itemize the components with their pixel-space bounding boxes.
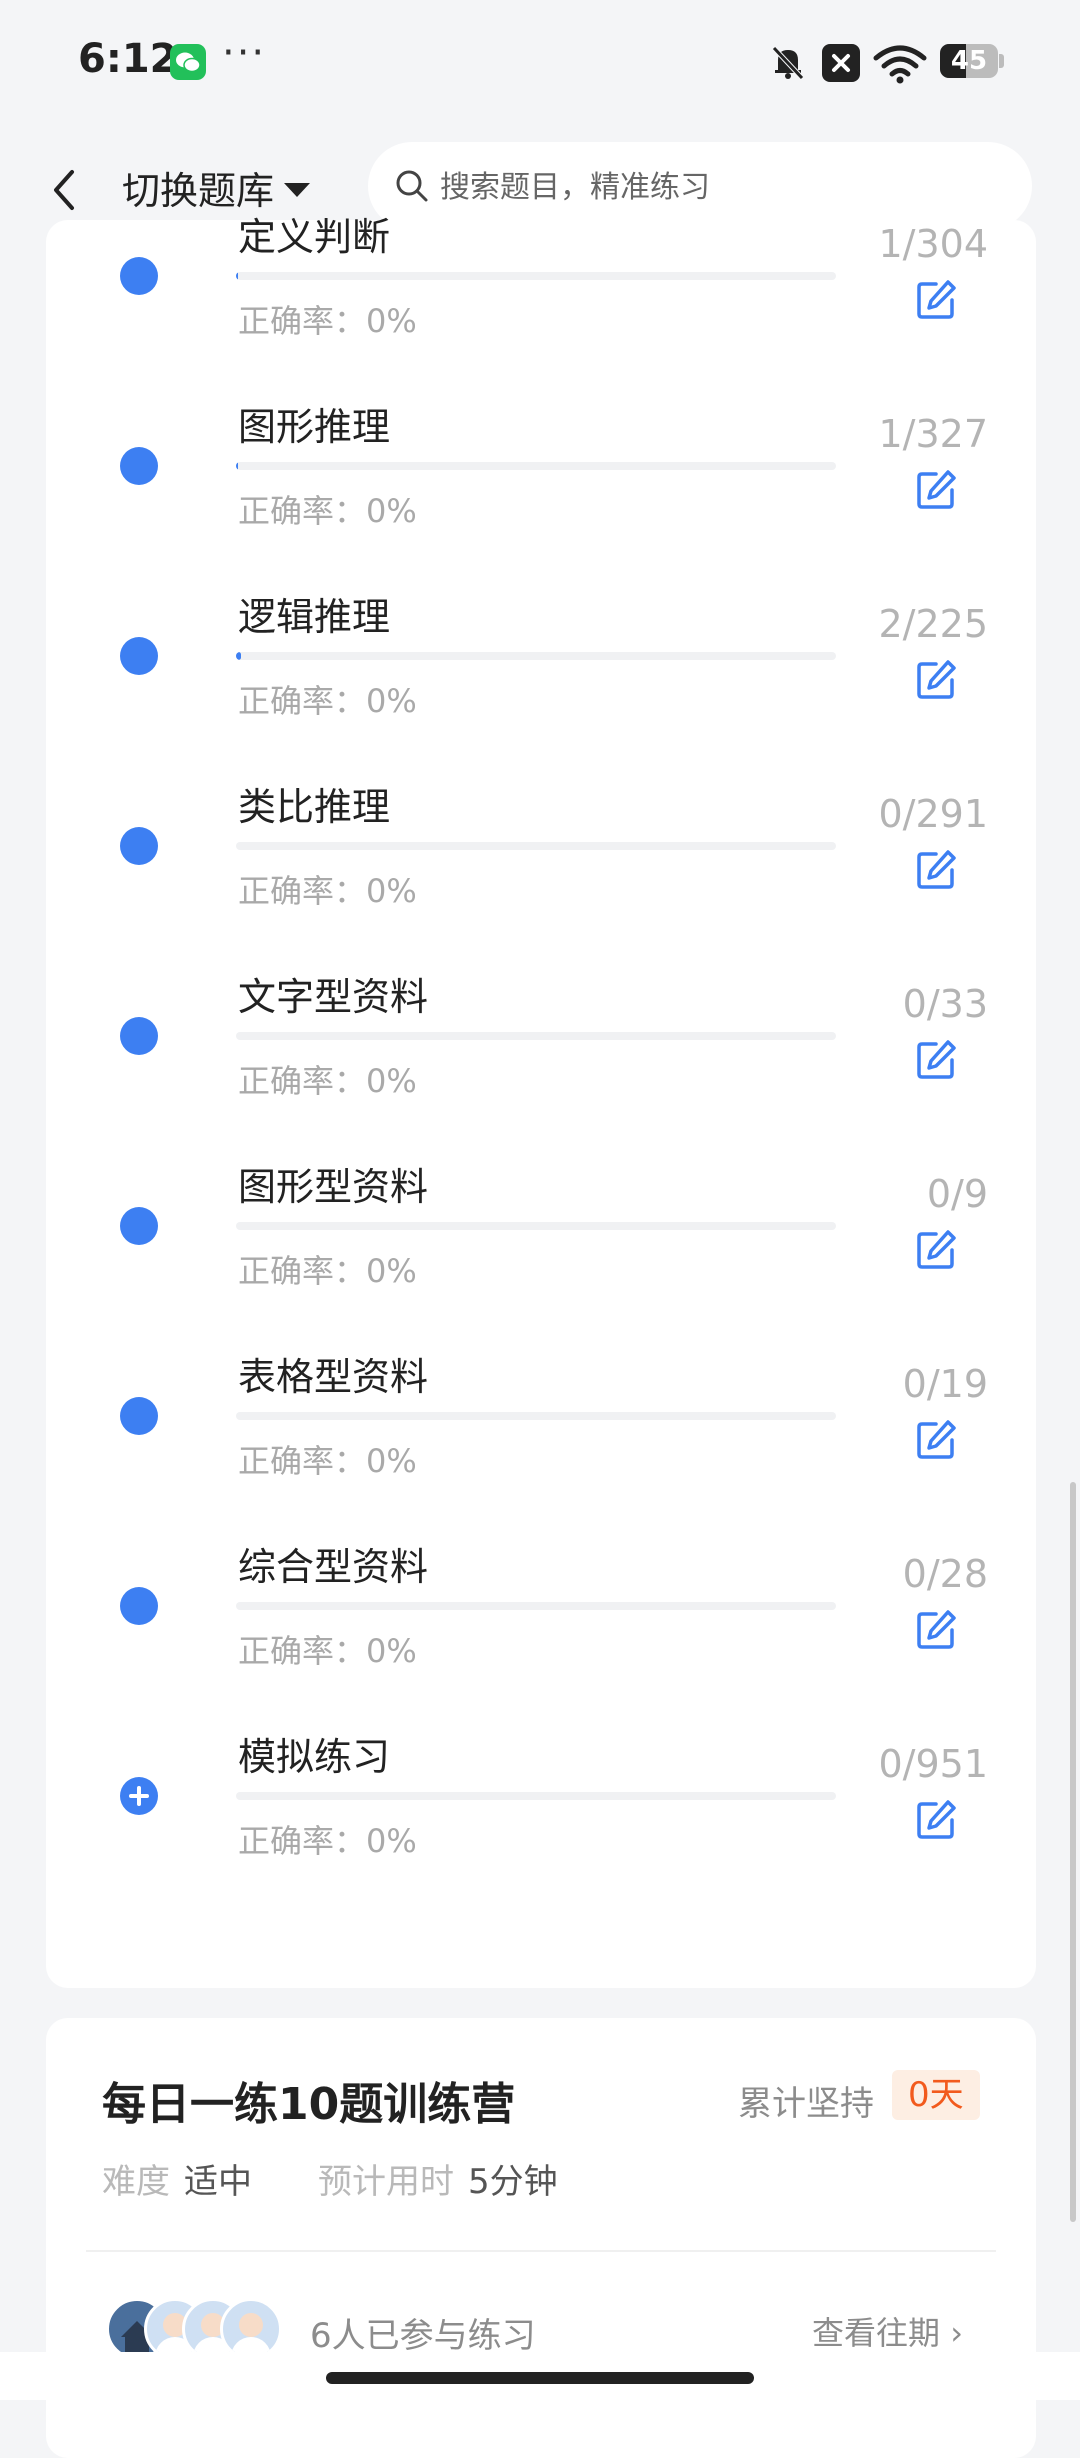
progress-bar <box>236 1792 836 1800</box>
edit-icon[interactable] <box>914 848 958 892</box>
battery-icon: 45 <box>940 44 998 78</box>
bullet-dot <box>120 447 158 485</box>
close-box-icon <box>822 44 860 82</box>
accuracy-text: 正确率：0% <box>238 1822 417 1860</box>
bullet-dot <box>120 1017 158 1055</box>
category-row[interactable]: 综合型资料正确率：0% 0/28 <box>46 1492 1036 1682</box>
accuracy-text: 正确率：0% <box>238 1442 417 1480</box>
bullet-dot <box>120 1207 158 1245</box>
status-time: 6:12 <box>78 36 178 82</box>
battery-cap <box>999 54 1004 68</box>
category-title: 模拟练习 <box>238 1735 391 1779</box>
status-bar: 6:12 ··· 45 <box>0 0 1080 130</box>
category-title: 逻辑推理 <box>238 595 391 639</box>
category-row[interactable]: 定义判断正确率：0% 1/304 <box>46 162 1036 352</box>
difficulty-label: 难度 <box>102 2162 170 2202</box>
progress-count: 0/9 <box>926 1172 988 1216</box>
category-title: 定义判断 <box>238 215 391 259</box>
edit-icon[interactable] <box>914 468 958 512</box>
category-title: 类比推理 <box>238 785 391 829</box>
progress-count: 1/304 <box>878 222 988 266</box>
persist-label: 累计坚持 <box>738 2084 874 2124</box>
participants-count: 6人已参与练习 <box>310 2316 536 2356</box>
progress-bar <box>236 272 836 280</box>
accuracy-text: 正确率：0% <box>238 872 417 910</box>
category-row[interactable]: 文字型资料正确率：0% 0/33 <box>46 922 1036 1112</box>
progress-bar <box>236 1032 836 1040</box>
time-label: 预计用时 <box>318 2162 454 2202</box>
progress-count: 0/951 <box>878 1742 988 1786</box>
home-gesture-bar[interactable] <box>326 2372 754 2384</box>
progress-count: 0/28 <box>902 1552 988 1596</box>
bullet-dot <box>120 1587 158 1625</box>
progress-bar <box>236 1412 836 1420</box>
progress-bar <box>236 462 836 470</box>
category-row[interactable]: 图形推理正确率：0% 1/327 <box>46 352 1036 542</box>
bullet-dot <box>120 827 158 865</box>
category-title: 图形型资料 <box>238 1165 429 1209</box>
progress-fill <box>236 272 238 280</box>
bullet-dot <box>120 1397 158 1435</box>
avatar-group <box>106 2298 296 2360</box>
edit-icon[interactable] <box>914 1038 958 1082</box>
category-row[interactable]: 逻辑推理正确率：0% 2/225 <box>46 542 1036 732</box>
avatar <box>220 2298 282 2360</box>
bell-off-icon <box>768 42 808 86</box>
scrollbar[interactable] <box>1070 1482 1076 2222</box>
accuracy-text: 正确率：0% <box>238 1062 417 1100</box>
edit-icon[interactable] <box>914 1418 958 1462</box>
accuracy-text: 正确率：0% <box>238 492 417 530</box>
camp-title: 每日一练10题训练营 <box>102 2079 516 2130</box>
progress-fill <box>236 652 242 660</box>
progress-bar <box>236 1222 836 1230</box>
wifi-icon <box>872 40 928 88</box>
category-title: 图形推理 <box>238 405 391 449</box>
category-row[interactable]: 模拟练习正确率：0% 0/951 <box>46 1682 1036 1872</box>
camp-divider <box>86 2250 996 2252</box>
progress-count: 2/225 <box>878 602 988 646</box>
camp-meta: 难度 适中 预计用时 5分钟 <box>102 2154 558 2203</box>
progress-bar <box>236 1602 836 1610</box>
progress-fill <box>236 462 238 470</box>
progress-count: 0/291 <box>878 792 988 836</box>
time-value: 5分钟 <box>468 2162 558 2202</box>
category-row[interactable]: 表格型资料正确率：0% 0/19 <box>46 1302 1036 1492</box>
category-title: 综合型资料 <box>238 1545 429 1589</box>
view-history-link[interactable]: 查看往期 › <box>812 2308 963 2354</box>
progress-bar <box>236 652 836 660</box>
bullet-dot <box>120 637 158 675</box>
expand-plus-icon[interactable] <box>120 1777 158 1815</box>
edit-icon[interactable] <box>914 1228 958 1272</box>
chevron-right-icon: › <box>950 2314 963 2352</box>
wechat-icon <box>170 44 206 80</box>
category-row[interactable]: 图形型资料正确率：0% 0/9 <box>46 1112 1036 1302</box>
accuracy-text: 正确率：0% <box>238 302 417 340</box>
edit-icon[interactable] <box>914 278 958 322</box>
progress-count: 0/33 <box>902 982 988 1026</box>
battery-level: 45 <box>950 46 988 76</box>
accuracy-text: 正确率：0% <box>238 1632 417 1670</box>
accuracy-text: 正确率：0% <box>238 1252 417 1290</box>
category-title: 文字型资料 <box>238 975 429 1019</box>
persist-badge: 0天 <box>892 2070 980 2120</box>
category-list-card: 定义判断 正确率：0% 1/304 图形推理 正确率：0% 1/327 逻辑推理 正确率：0%… <box>46 215 1036 1988</box>
difficulty-value: 适中 <box>184 2162 252 2202</box>
more-notifications-icon: ··· <box>222 30 267 76</box>
progress-count: 1/327 <box>878 412 988 456</box>
category-title: 表格型资料 <box>238 1355 429 1399</box>
accuracy-text: 正确率：0% <box>238 682 417 720</box>
view-history-label: 查看往期 <box>812 2314 941 2352</box>
edit-icon[interactable] <box>914 1608 958 1652</box>
bullet-dot <box>120 257 158 295</box>
category-row[interactable]: 类比推理正确率：0% 0/291 <box>46 732 1036 922</box>
edit-icon[interactable] <box>914 658 958 702</box>
progress-count: 0/19 <box>902 1362 988 1406</box>
progress-bar <box>236 842 836 850</box>
edit-icon[interactable] <box>914 1798 958 1842</box>
